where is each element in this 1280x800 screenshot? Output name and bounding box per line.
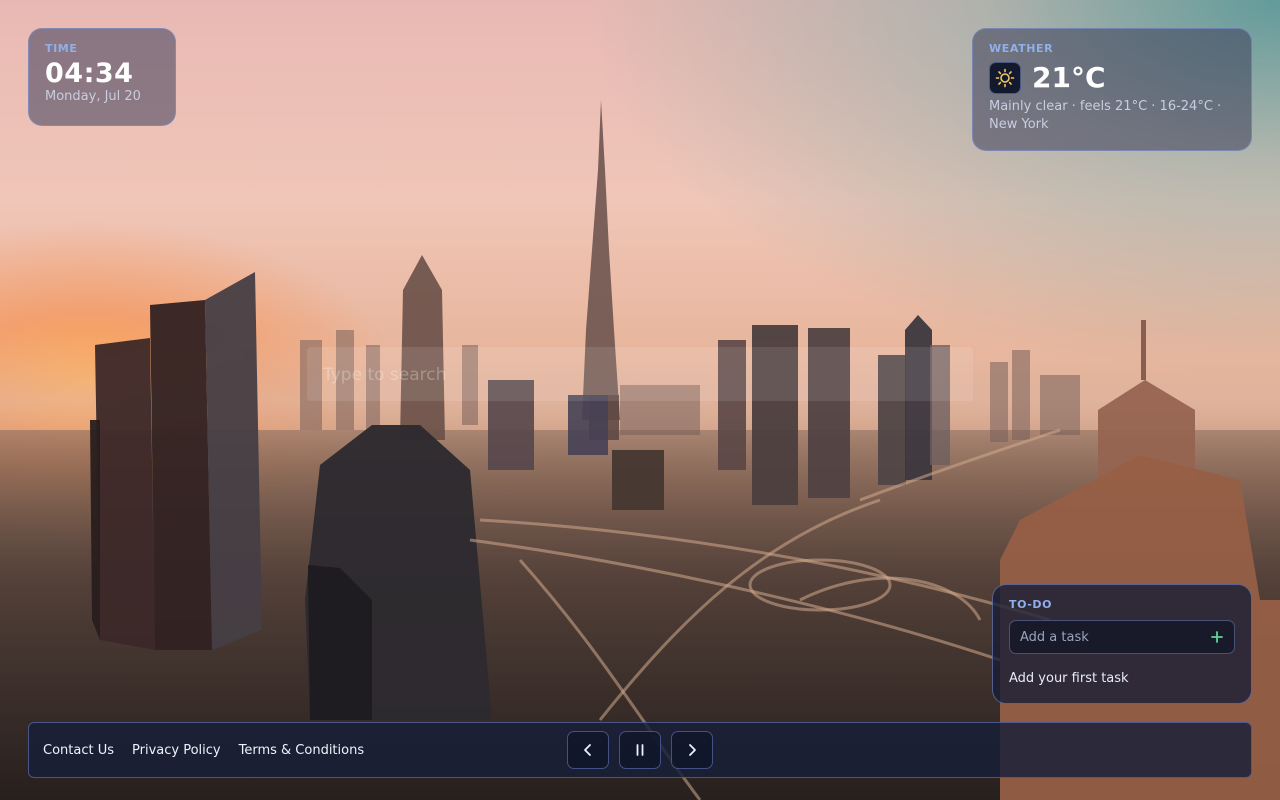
add-task-input[interactable]	[1010, 621, 1220, 653]
todo-empty-message: Add your first task	[1009, 671, 1129, 686]
search-bar[interactable]	[307, 347, 973, 401]
todo-widget-label: TO-DO	[1009, 598, 1053, 611]
contact-us-link[interactable]: Contact Us	[43, 743, 114, 758]
search-input[interactable]	[321, 359, 925, 391]
weather-widget-label: WEATHER	[989, 42, 1054, 55]
time-widget: TIME 04:34 Monday, Jul 20	[28, 28, 176, 126]
clock-date: Monday, Jul 20	[45, 89, 141, 104]
next-button[interactable]	[671, 731, 713, 769]
pause-icon	[636, 744, 644, 756]
previous-button[interactable]	[567, 731, 609, 769]
plus-icon[interactable]	[1206, 626, 1228, 648]
weather-widget: WEATHER 21°C Mainly clear · feels 21°C ·…	[972, 28, 1252, 151]
weather-temperature: 21°C	[1032, 61, 1106, 94]
chevron-right-icon	[689, 744, 696, 756]
weather-description: Mainly clear · feels 21°C · 16-24°C · Ne…	[989, 99, 1222, 132]
clock-time: 04:34	[45, 58, 134, 89]
sun-icon	[989, 61, 1021, 94]
task-input-wrapper	[1009, 620, 1235, 654]
terms-conditions-link[interactable]: Terms & Conditions	[239, 743, 365, 758]
footer-links: Contact Us Privacy Policy Terms & Condit…	[43, 723, 382, 777]
desktop-background: TIME 04:34 Monday, Jul 20 WEATHER 21°C M…	[0, 0, 1280, 800]
time-widget-label: TIME	[45, 42, 78, 55]
slideshow-controls	[567, 731, 723, 769]
todo-widget: TO-DO Add your first task	[992, 584, 1252, 704]
footer-bar: Contact Us Privacy Policy Terms & Condit…	[28, 722, 1252, 778]
pause-button[interactable]	[619, 731, 661, 769]
privacy-policy-link[interactable]: Privacy Policy	[132, 743, 221, 758]
chevron-left-icon	[584, 744, 591, 756]
